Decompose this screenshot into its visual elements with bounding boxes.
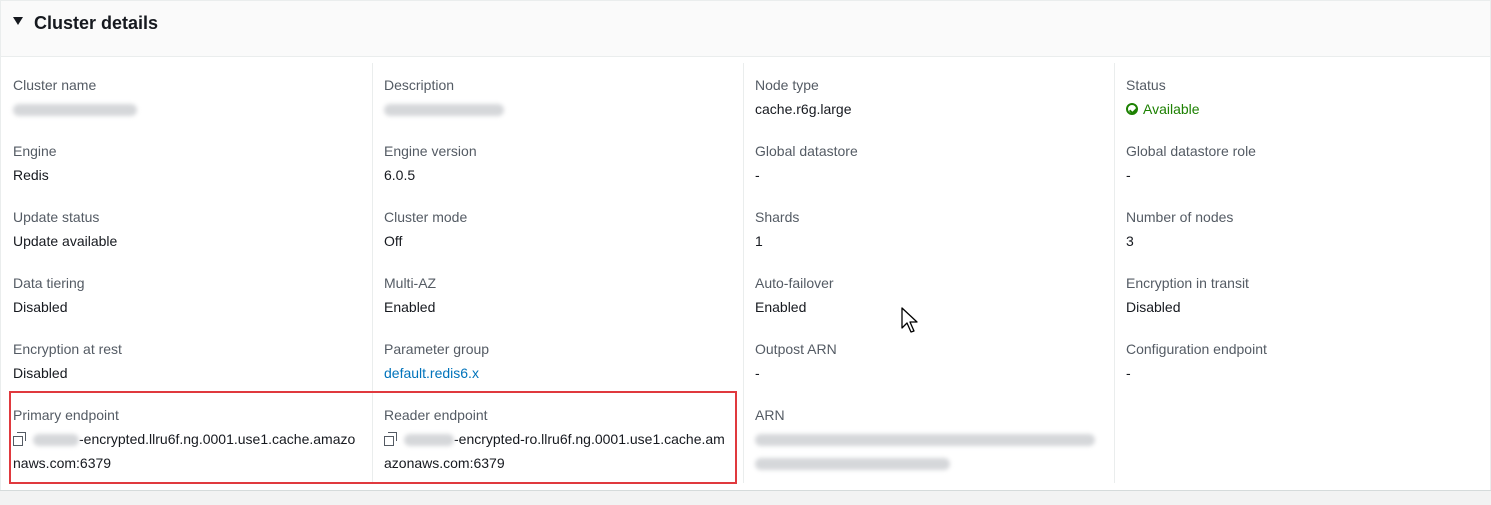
field-value: Update available <box>13 233 118 249</box>
field-multi-az: Multi-AZ Enabled <box>384 273 734 317</box>
panel-title: Cluster details <box>34 13 159 33</box>
field-encryption-at-rest: Encryption at rest Disabled <box>13 339 363 383</box>
status-text: Available <box>1143 101 1200 117</box>
field-value: Enabled <box>384 299 436 315</box>
field-data-tiering: Data tiering Disabled <box>13 273 363 317</box>
field-label: Cluster mode <box>384 209 468 225</box>
field-value: - <box>1126 167 1131 183</box>
column-divider <box>372 63 373 483</box>
field-arn: ARN <box>755 405 1105 475</box>
field-value: - <box>755 167 760 183</box>
field-value: 3 <box>1126 233 1134 249</box>
field-value: Enabled <box>755 299 807 315</box>
status-value: Available <box>1126 99 1476 119</box>
field-value: Disabled <box>13 365 68 381</box>
check-circle-icon <box>1126 103 1138 115</box>
parameter-group-link[interactable]: default.redis6.x <box>384 363 734 383</box>
field-value: Redis <box>13 167 49 183</box>
field-global-datastore-role: Global datastore role - <box>1126 141 1476 185</box>
field-label: Global datastore role <box>1126 143 1256 159</box>
field-value: Disabled <box>1126 299 1181 315</box>
copy-icon[interactable] <box>13 432 27 446</box>
field-label: Multi-AZ <box>384 275 437 291</box>
field-label: Data tiering <box>13 275 85 291</box>
field-label: Auto-failover <box>755 275 834 291</box>
details-grid: Cluster name Engine Redis Update status … <box>1 63 1490 483</box>
field-description: Description <box>384 75 734 119</box>
field-number-of-nodes: Number of nodes 3 <box>1126 207 1476 251</box>
panel-header[interactable]: Cluster details <box>1 1 1490 57</box>
field-label: Update status <box>13 209 100 225</box>
field-label: Engine <box>13 143 57 159</box>
field-auto-failover: Auto-failover Enabled <box>755 273 1105 317</box>
field-label: Node type <box>755 77 819 93</box>
field-label: Outpost ARN <box>755 341 837 357</box>
field-label: Description <box>384 77 455 93</box>
field-status: Status Available <box>1126 75 1476 119</box>
field-label: Encryption at rest <box>13 341 122 357</box>
field-engine-version: Engine version 6.0.5 <box>384 141 734 185</box>
field-node-type: Node type cache.r6g.large <box>755 75 1105 119</box>
primary-endpoint-value: -encrypted.llru6f.ng.0001.use1.cache.ama… <box>13 427 358 475</box>
field-label: Cluster name <box>13 77 97 93</box>
field-global-datastore: Global datastore - <box>755 141 1105 185</box>
reader-endpoint-value: -encrypted-ro.llru6f.ng.0001.use1.cache.… <box>384 427 729 475</box>
field-cluster-name: Cluster name <box>13 75 363 119</box>
field-value: 6.0.5 <box>384 167 416 183</box>
field-value: Off <box>384 233 403 249</box>
field-value: cache.r6g.large <box>755 101 852 117</box>
field-label: Encryption in transit <box>1126 275 1249 291</box>
mouse-pointer-icon <box>901 307 918 333</box>
field-label: Reader endpoint <box>384 407 488 423</box>
column-divider <box>1114 63 1115 483</box>
field-primary-endpoint: Primary endpoint -encrypted.llru6f.ng.00… <box>13 405 363 475</box>
field-value: Disabled <box>13 299 68 315</box>
cluster-name-value-redacted <box>13 99 363 119</box>
field-value: - <box>1126 365 1131 381</box>
bottom-bar <box>0 490 1491 505</box>
description-value-redacted <box>384 99 734 119</box>
field-label: Global datastore <box>755 143 858 159</box>
field-label: ARN <box>755 407 785 423</box>
field-parameter-group: Parameter group default.redis6.x <box>384 339 734 383</box>
field-outpost-arn: Outpost ARN - <box>755 339 1105 383</box>
field-label: Parameter group <box>384 341 490 357</box>
field-value: 1 <box>755 233 763 249</box>
field-encryption-in-transit: Encryption in transit Disabled <box>1126 273 1476 317</box>
field-label: Configuration endpoint <box>1126 341 1267 357</box>
field-engine: Engine Redis <box>13 141 363 185</box>
field-value: - <box>755 365 760 381</box>
field-label: Number of nodes <box>1126 209 1234 225</box>
arn-value-redacted <box>755 427 1100 475</box>
copy-icon[interactable] <box>384 432 398 446</box>
field-update-status: Update status Update available <box>13 207 363 251</box>
field-label: Shards <box>755 209 800 225</box>
field-label: Engine version <box>384 143 477 159</box>
field-configuration-endpoint: Configuration endpoint - <box>1126 339 1476 383</box>
field-reader-endpoint: Reader endpoint -encrypted-ro.llru6f.ng.… <box>384 405 734 475</box>
field-label: Primary endpoint <box>13 407 119 423</box>
field-cluster-mode: Cluster mode Off <box>384 207 734 251</box>
caret-down-icon[interactable] <box>13 17 23 25</box>
cluster-details-panel: Cluster details Cluster name Engine Redi… <box>0 0 1491 504</box>
field-label: Status <box>1126 77 1166 93</box>
column-divider <box>743 63 744 483</box>
field-shards: Shards 1 <box>755 207 1105 251</box>
